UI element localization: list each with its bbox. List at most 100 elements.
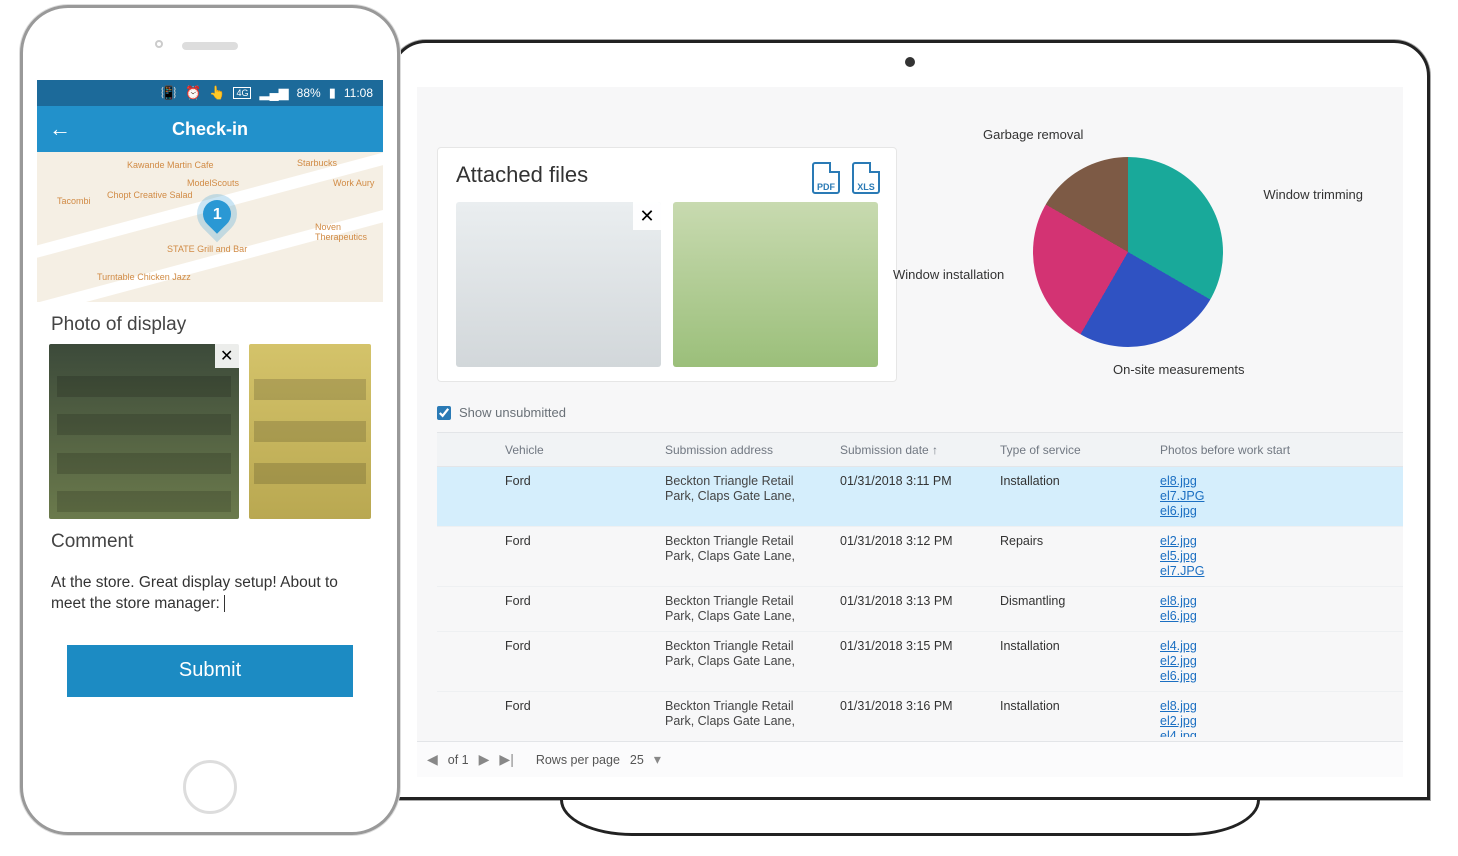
- photo-link[interactable]: el2.jpg: [1160, 714, 1304, 729]
- cell-photos: el8.jpgel2.jpgel4.jpg: [1152, 697, 1312, 737]
- pager-last-icon[interactable]: ▶|: [499, 751, 513, 768]
- submissions-table: Vehicle Submission address Submission da…: [437, 432, 1403, 737]
- vibrate-icon: 📳: [161, 85, 177, 101]
- cell-photos: el4.jpgel2.jpgel6.jpg: [1152, 637, 1312, 686]
- table-row[interactable]: FordBeckton Triangle Retail Park, Claps …: [437, 527, 1403, 587]
- remove-attachment-button[interactable]: ✕: [633, 202, 661, 230]
- attachment-thumbnail[interactable]: ✕: [456, 202, 661, 367]
- signal-icon: ▂▄▆: [259, 85, 288, 101]
- cell-date: 01/31/2018 3:16 PM: [832, 697, 992, 715]
- table-row[interactable]: FordBeckton Triangle Retail Park, Claps …: [437, 632, 1403, 692]
- photo-link[interactable]: el8.jpg: [1160, 474, 1304, 489]
- cell-address: Beckton Triangle Retail Park, Claps Gate…: [657, 472, 832, 502]
- cell-address: Beckton Triangle Retail Park, Claps Gate…: [657, 697, 832, 727]
- cell-service: Dismantling: [992, 592, 1152, 610]
- photo-link[interactable]: el8.jpg: [1160, 699, 1304, 714]
- map-view[interactable]: Kawande Martin Cafe ModelScouts Chopt Cr…: [37, 152, 383, 302]
- pie-label: On-site measurements: [1113, 362, 1245, 377]
- pie-label: Window trimming: [1263, 187, 1363, 202]
- cell-vehicle: Ford: [497, 472, 657, 490]
- col-photos[interactable]: Photos before work start: [1152, 443, 1312, 457]
- network-type-badge: 4G: [233, 87, 251, 99]
- pie-label: Window installation: [893, 267, 1004, 282]
- show-unsubmitted-toggle[interactable]: Show unsubmitted: [437, 405, 566, 420]
- cell-service: Installation: [992, 472, 1152, 490]
- cell-address: Beckton Triangle Retail Park, Claps Gate…: [657, 637, 832, 667]
- comment-section-title: Comment: [37, 519, 383, 561]
- battery-icon: ▮: [329, 85, 336, 101]
- cell-service: Installation: [992, 697, 1152, 715]
- export-xls-button[interactable]: XLS: [852, 162, 880, 194]
- cell-photos: el8.jpgel7.JPGel6.jpg: [1152, 472, 1312, 521]
- attachment-thumbnail[interactable]: [673, 202, 878, 367]
- cell-address: Beckton Triangle Retail Park, Claps Gate…: [657, 532, 832, 562]
- cell-service: Repairs: [992, 532, 1152, 550]
- remove-photo-button[interactable]: ✕: [215, 344, 239, 368]
- export-pdf-button[interactable]: PDF: [812, 162, 840, 194]
- back-button[interactable]: ←: [49, 116, 71, 142]
- cell-address: Beckton Triangle Retail Park, Claps Gate…: [657, 592, 832, 622]
- cell-vehicle: Ford: [497, 637, 657, 655]
- pager-next-icon[interactable]: ▶: [479, 751, 490, 768]
- photo-link[interactable]: el7.JPG: [1160, 489, 1304, 504]
- cell-date: 01/31/2018 3:15 PM: [832, 637, 992, 655]
- col-date[interactable]: Submission date ↑: [832, 443, 992, 457]
- laptop-screen: Attached files PDF XLS ✕ Garbage removal…: [417, 87, 1403, 777]
- attached-files-card: Attached files PDF XLS ✕: [437, 147, 897, 382]
- phone-frame: 📳 ⏰ 👆 4G ▂▄▆ 88% ▮ 11:08 ← Check-in Kawa…: [20, 5, 400, 835]
- service-type-pie-chart: Garbage removal Window trimming On-site …: [893, 127, 1363, 387]
- cell-date: 01/31/2018 3:13 PM: [832, 592, 992, 610]
- phone-screen: 📳 ⏰ 👆 4G ▂▄▆ 88% ▮ 11:08 ← Check-in Kawa…: [37, 80, 383, 742]
- photo-link[interactable]: el2.jpg: [1160, 654, 1304, 669]
- table-row[interactable]: FordBeckton Triangle Retail Park, Claps …: [437, 692, 1403, 737]
- attached-files-title: Attached files: [456, 162, 588, 188]
- photo-link[interactable]: el2.jpg: [1160, 534, 1304, 549]
- pie-graphic: [1033, 157, 1223, 347]
- pager-of-label: of 1: [448, 753, 469, 767]
- pager-rows-dropdown-icon[interactable]: ▾: [654, 751, 661, 768]
- cell-date: 01/31/2018 3:12 PM: [832, 532, 992, 550]
- photo-section-title: Photo of display: [37, 302, 383, 344]
- clock: 11:08: [344, 86, 373, 100]
- cell-photos: el8.jpgel6.jpg: [1152, 592, 1312, 626]
- comment-input[interactable]: At the store. Great display setup! About…: [37, 561, 383, 627]
- photo-link[interactable]: el7.JPG: [1160, 564, 1304, 579]
- table-pager: ◀ of 1 ▶ ▶| Rows per page 25 ▾: [417, 741, 1403, 777]
- table-row[interactable]: FordBeckton Triangle Retail Park, Claps …: [437, 587, 1403, 632]
- col-vehicle[interactable]: Vehicle: [497, 443, 657, 457]
- phone-speaker: [182, 42, 238, 50]
- pager-rows-value: 25: [630, 753, 644, 767]
- table-row[interactable]: FordBeckton Triangle Retail Park, Claps …: [437, 467, 1403, 527]
- submit-button[interactable]: Submit: [67, 645, 353, 697]
- table-header-row: Vehicle Submission address Submission da…: [437, 433, 1403, 467]
- cell-vehicle: Ford: [497, 532, 657, 550]
- app-bar-title: Check-in: [172, 119, 248, 140]
- photo-link[interactable]: el8.jpg: [1160, 594, 1304, 609]
- cell-service: Installation: [992, 637, 1152, 655]
- cell-date: 01/31/2018 3:11 PM: [832, 472, 992, 490]
- photo-link[interactable]: el4.jpg: [1160, 639, 1304, 654]
- display-photo[interactable]: ✕: [49, 344, 239, 519]
- col-service[interactable]: Type of service: [992, 443, 1152, 457]
- laptop-frame: Attached files PDF XLS ✕ Garbage removal…: [390, 40, 1430, 800]
- home-button[interactable]: [183, 760, 237, 814]
- pager-prev-icon[interactable]: ◀: [427, 751, 438, 768]
- cell-photos: el2.jpgel5.jpgel7.JPG: [1152, 532, 1312, 581]
- photo-link[interactable]: el6.jpg: [1160, 669, 1304, 684]
- app-bar: ← Check-in: [37, 106, 383, 152]
- col-address[interactable]: Submission address: [657, 443, 832, 457]
- display-photo[interactable]: [249, 344, 371, 519]
- battery-percent: 88%: [297, 86, 321, 100]
- photo-link[interactable]: el4.jpg: [1160, 729, 1304, 737]
- photo-link[interactable]: el6.jpg: [1160, 609, 1304, 624]
- show-unsubmitted-checkbox[interactable]: [437, 406, 451, 420]
- laptop-camera: [905, 57, 915, 67]
- status-bar: 📳 ⏰ 👆 4G ▂▄▆ 88% ▮ 11:08: [37, 80, 383, 106]
- photo-link[interactable]: el6.jpg: [1160, 504, 1304, 519]
- alarm-icon: ⏰: [185, 85, 201, 101]
- photo-link[interactable]: el5.jpg: [1160, 549, 1304, 564]
- laptop-base: [560, 800, 1260, 836]
- pie-label: Garbage removal: [983, 127, 1083, 142]
- cell-vehicle: Ford: [497, 592, 657, 610]
- phone-camera: [155, 40, 163, 48]
